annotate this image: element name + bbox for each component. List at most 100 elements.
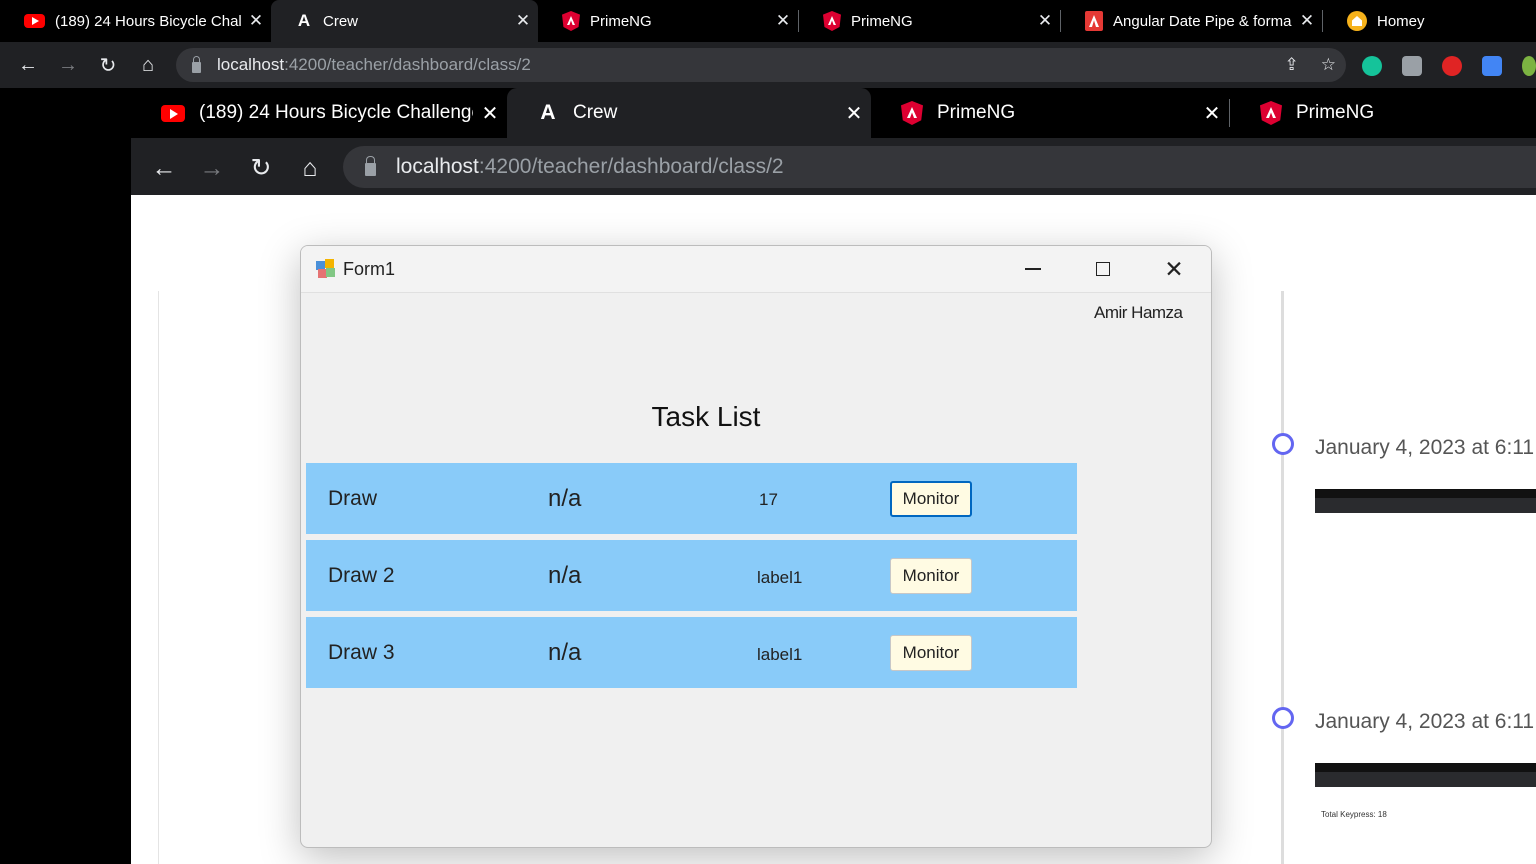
timeline-marker	[1272, 707, 1294, 729]
minimize-icon	[1025, 268, 1041, 270]
activity-screenshot-thumbnail[interactable]	[1315, 763, 1536, 787]
task-name: Draw	[328, 487, 378, 510]
app-icon	[316, 259, 336, 279]
form1-window: Form1 ✕ Amir Hamza Task List Draw n/a 17…	[300, 245, 1212, 848]
browser-tab-strip: (189) 24 Hours Bicycle Chall ✕ A Crew ✕ …	[0, 0, 1536, 42]
home-icon[interactable]: ⌂	[128, 45, 168, 85]
close-button[interactable]: ✕	[1151, 254, 1197, 284]
close-icon: ✕	[1164, 255, 1184, 282]
maximize-icon	[1096, 262, 1110, 276]
task-status: n/a	[548, 639, 582, 666]
task-count-label: label1	[757, 645, 803, 664]
tab-primeng-2[interactable]: PrimeNG ✕	[799, 0, 1060, 42]
task-row: Draw 3 n/a label1 Monitor	[306, 617, 1077, 688]
tab-primeng-1[interactable]: PrimeNG ✕	[538, 0, 798, 42]
task-name: Draw 3	[328, 641, 395, 664]
activity-screenshot-thumbnail[interactable]	[1315, 489, 1536, 513]
tab-title: PrimeNG	[590, 12, 652, 30]
forward-icon[interactable]: →	[48, 45, 88, 85]
task-count-label: label1	[757, 568, 803, 587]
close-icon[interactable]: ✕	[1030, 11, 1060, 31]
primeng-icon	[562, 11, 580, 31]
task-status: n/a	[548, 485, 582, 512]
extension-icon[interactable]	[1522, 56, 1536, 76]
tab-title: PrimeNG	[1296, 102, 1375, 123]
inner-tab-primeng-2[interactable]: PrimeNG	[1230, 88, 1536, 138]
primeng-icon	[901, 101, 923, 125]
minimize-button[interactable]	[1010, 254, 1056, 284]
grammarly-extension-icon[interactable]	[1362, 56, 1382, 76]
timeline-date: January 4, 2023 at 6:11:4	[1315, 710, 1536, 733]
tab-crew[interactable]: A Crew ✕	[271, 0, 538, 42]
inner-address-bar[interactable]: localhost:4200/teacher/dashboard/class/2	[343, 146, 1536, 188]
url-path: :4200/teacher/dashboard/class/2	[284, 55, 531, 74]
home-icon[interactable]: ⌂	[288, 146, 332, 190]
close-icon[interactable]: ✕	[241, 11, 271, 31]
lock-icon	[192, 55, 201, 73]
back-icon[interactable]: ←	[142, 146, 186, 190]
angular-icon: A	[540, 101, 556, 124]
content-divider	[158, 291, 159, 864]
close-icon[interactable]: ✕	[473, 101, 507, 126]
browser-toolbar: ← → ↻ ⌂ localhost:4200/teacher/dashboard…	[0, 42, 1536, 88]
lock-icon	[365, 155, 376, 176]
window-titlebar[interactable]: Form1 ✕	[301, 246, 1211, 293]
share-icon[interactable]: ⇪	[1285, 55, 1299, 75]
youtube-icon	[161, 104, 185, 122]
tab-title: PrimeNG	[851, 12, 913, 30]
task-row: Draw 2 n/a label1 Monitor	[306, 540, 1077, 611]
close-icon[interactable]: ✕	[837, 101, 871, 126]
inner-tab-youtube[interactable]: (189) 24 Hours Bicycle Challenge ✕	[131, 88, 507, 138]
tab-title: (189) 24 Hours Bicycle Challenge	[199, 102, 473, 123]
task-list-heading: Task List	[651, 401, 761, 432]
youtube-icon	[24, 14, 45, 28]
url-host: localhost	[217, 55, 285, 74]
blocker-extension-icon[interactable]	[1442, 56, 1462, 76]
tab-title: Crew	[573, 102, 618, 123]
close-icon[interactable]: ✕	[768, 11, 798, 31]
homey-icon	[1347, 11, 1367, 31]
close-icon[interactable]: ✕	[1195, 101, 1229, 126]
tab-title: (189) 24 Hours Bicycle Chall	[55, 12, 241, 30]
timeline-line	[1281, 291, 1284, 864]
task-row: Draw n/a 17 Monitor	[306, 463, 1077, 534]
thumbnail-caption: Total Keypress: 18	[1321, 810, 1387, 819]
inner-browser-toolbar: ← → ↻ ⌂ localhost:4200/teacher/dashboard…	[131, 138, 1536, 195]
translate-extension-icon[interactable]	[1482, 56, 1502, 76]
tab-youtube[interactable]: (189) 24 Hours Bicycle Chall ✕	[0, 0, 271, 42]
task-name: Draw 2	[328, 564, 395, 587]
bookmark-star-icon[interactable]: ☆	[1321, 55, 1336, 75]
task-status: n/a	[548, 562, 582, 589]
tab-title: PrimeNG	[937, 102, 1016, 123]
timeline-date: January 4, 2023 at 6:11:3	[1315, 436, 1536, 459]
angular-icon: A	[297, 11, 311, 30]
inner-tab-strip: (189) 24 Hours Bicycle Challenge ✕ A Cre…	[131, 88, 1536, 138]
tab-homey[interactable]: Homey	[1323, 0, 1523, 42]
close-icon[interactable]: ✕	[508, 11, 538, 31]
extension-icon[interactable]	[1402, 56, 1422, 76]
tab-angular-date-pipe[interactable]: Angular Date Pipe & forma ✕	[1061, 0, 1322, 42]
task-count-label: 17	[759, 490, 778, 509]
address-bar[interactable]: localhost:4200/teacher/dashboard/class/2…	[176, 48, 1346, 82]
inner-tab-crew[interactable]: A Crew ✕	[507, 88, 871, 138]
window-title: Form1	[343, 259, 396, 279]
primeng-icon	[823, 11, 841, 31]
tab-title: Crew	[323, 12, 359, 30]
monitor-button[interactable]: Monitor	[890, 558, 972, 594]
back-icon[interactable]: ←	[8, 45, 48, 85]
forward-icon[interactable]: →	[190, 146, 234, 190]
maximize-button[interactable]	[1080, 254, 1126, 284]
inner-tab-primeng-1[interactable]: PrimeNG ✕	[871, 88, 1229, 138]
monitor-button[interactable]: Monitor	[890, 481, 972, 517]
reload-icon[interactable]: ↻	[88, 45, 128, 85]
url-path: :4200/teacher/dashboard/class/2	[478, 155, 784, 178]
tab-title: Angular Date Pipe & forma	[1113, 12, 1292, 30]
tab-title: Homey	[1377, 12, 1425, 30]
user-name-label: Amir Hamza	[1094, 303, 1183, 322]
monitor-button[interactable]: Monitor	[890, 635, 972, 671]
url-host: localhost	[396, 155, 479, 178]
reload-icon[interactable]: ↻	[239, 146, 283, 190]
close-icon[interactable]: ✕	[1292, 11, 1322, 31]
pdf-icon	[1085, 11, 1103, 31]
primeng-icon	[1260, 101, 1282, 125]
